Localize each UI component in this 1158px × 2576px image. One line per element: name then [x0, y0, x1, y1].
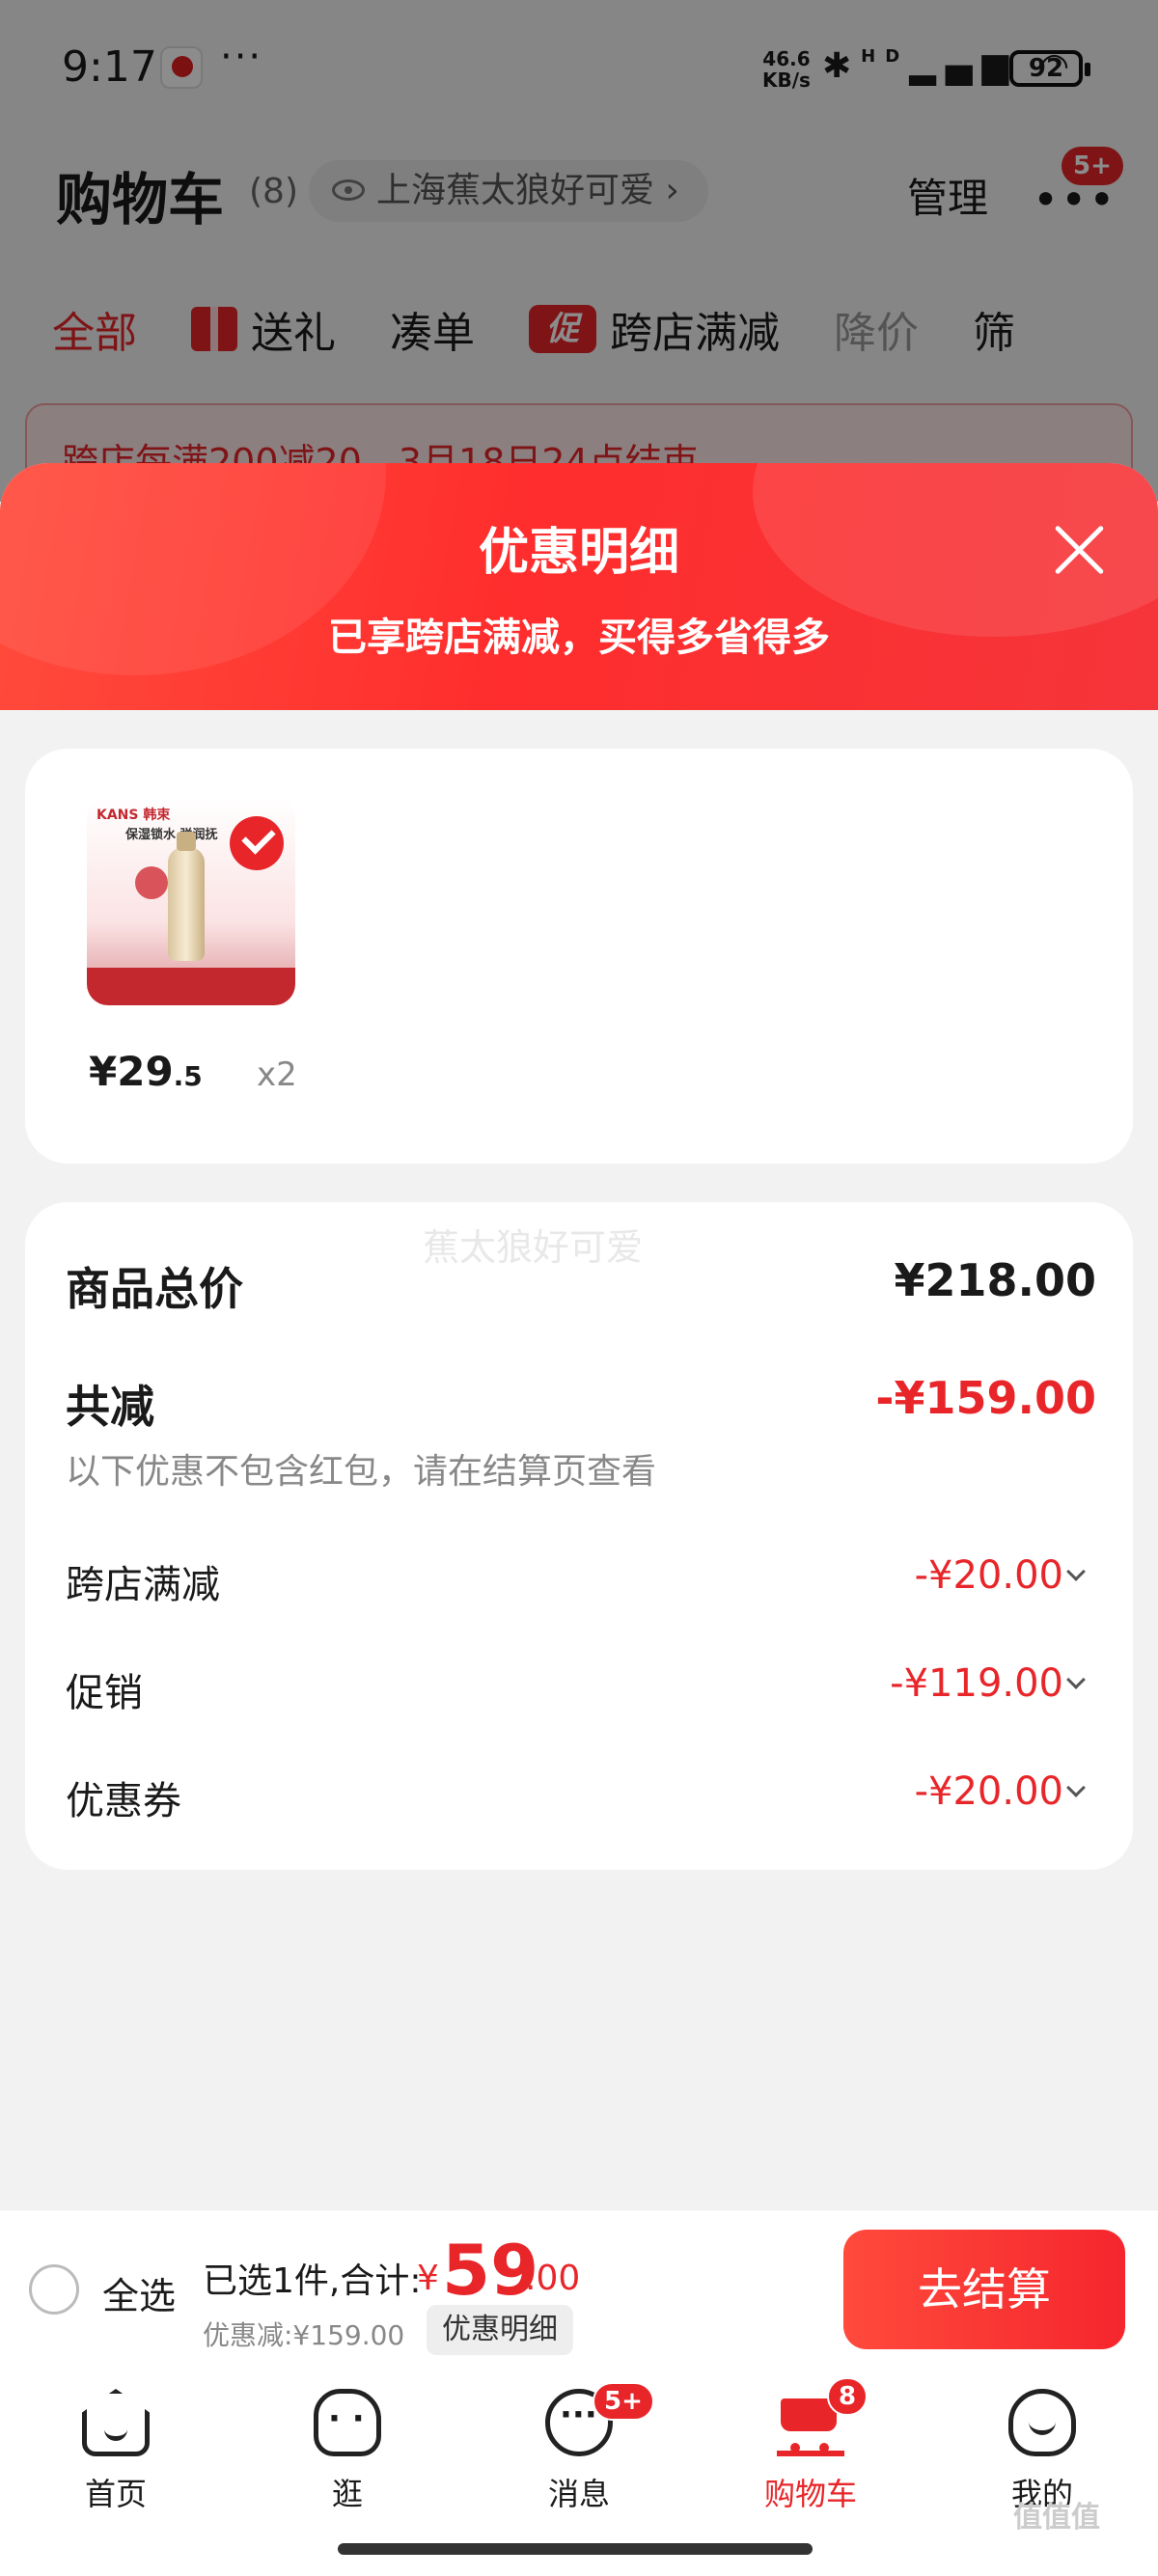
profile-icon	[1008, 2389, 1076, 2456]
discount-summary: 优惠减:¥159.00	[203, 2319, 405, 2351]
product-tagline: 保湿锁水 弹润抚	[125, 828, 218, 842]
total-price-value: ¥218.00	[894, 1254, 1096, 1306]
total-currency: ¥	[417, 2259, 439, 2298]
watermark: 蕉太狼好可爱	[423, 1226, 644, 1269]
total-reduction-value: -¥159.00	[875, 1372, 1096, 1424]
product-card: KANS 韩束 保湿锁水 弹润抚 ¥29.5 x2	[25, 749, 1133, 1164]
reduction-note: 以下优惠不包含红包，请在结算页查看	[66, 1452, 657, 1492]
total-decimal: .00	[525, 2259, 581, 2298]
discount-value: -¥119.00	[890, 1661, 1063, 1706]
product-price: ¥29.5	[89, 1048, 203, 1095]
checkout-bar: 全选 已选1件,合计: ¥ 59 .00 优惠减:¥159.00 优惠明细 去结…	[0, 2209, 1158, 2370]
tabbar-home[interactable]: 首页	[39, 2389, 193, 2514]
chevron-down-icon	[1066, 1562, 1086, 1581]
select-all-label[interactable]: 全选	[102, 2266, 176, 2319]
product-image[interactable]: KANS 韩束 保湿锁水 弹润抚	[87, 797, 295, 1005]
total-reduction-label: 共减	[66, 1381, 154, 1433]
sheet-title: 优惠明细	[478, 524, 679, 582]
tabbar-label: 首页	[84, 2476, 147, 2512]
bottle-image	[168, 832, 205, 961]
discount-label: 跨店满减	[66, 1563, 220, 1607]
sheet-subtitle: 已享跨店满减，买得多省得多	[328, 616, 830, 660]
checkout-button[interactable]: 去结算	[843, 2230, 1125, 2349]
home-indicator	[338, 2543, 813, 2555]
chevron-down-icon	[1066, 1670, 1086, 1689]
check-icon	[230, 816, 284, 870]
tabbar-label: 消息	[547, 2476, 610, 2512]
close-icon[interactable]	[1050, 521, 1108, 579]
tabbar-label: 购物车	[763, 2476, 857, 2512]
tabbar-messages[interactable]: 5+ 消息	[502, 2382, 656, 2514]
discount-value: -¥20.00	[914, 1769, 1063, 1814]
tabbar-label: 逛	[331, 2476, 363, 2512]
cart-badge: 8	[827, 2377, 868, 2416]
selected-summary: 已选1件,合计:	[203, 2261, 422, 2301]
discount-label: 优惠券	[66, 1779, 181, 1823]
discount-label: 促销	[66, 1671, 143, 1715]
total-price-label: 商品总价	[66, 1263, 243, 1315]
price-decimal: .5	[173, 1060, 203, 1092]
modal-overlay[interactable]	[0, 0, 1158, 502]
discover-icon	[314, 2389, 381, 2456]
price-summary-card: 蕉太狼好可爱 商品总价 ¥218.00 共减 -¥159.00 以下优惠不包含红…	[25, 1202, 1133, 1870]
cart-icon: 8	[777, 2377, 868, 2456]
product-quantity: x2	[257, 1055, 297, 1094]
sheet-header: 优惠明细 已享跨店满减，买得多省得多	[0, 463, 1158, 710]
discount-value: -¥20.00	[914, 1553, 1063, 1598]
product-brand: KANS 韩束	[96, 808, 171, 823]
tabbar-discover[interactable]: 逛	[270, 2389, 425, 2514]
select-all-radio[interactable]	[29, 2264, 79, 2315]
home-icon	[82, 2389, 150, 2456]
tabbar-cart[interactable]: 8 购物车	[733, 2377, 888, 2514]
price-integer: ¥29	[89, 1048, 174, 1095]
flower-decoration	[135, 866, 168, 899]
message-icon: 5+	[545, 2382, 654, 2456]
chevron-down-icon	[1066, 1778, 1086, 1797]
site-watermark: 值值值	[1013, 2501, 1100, 2535]
discount-detail-button[interactable]: 优惠明细	[427, 2305, 573, 2355]
messages-badge: 5+	[593, 2382, 654, 2421]
